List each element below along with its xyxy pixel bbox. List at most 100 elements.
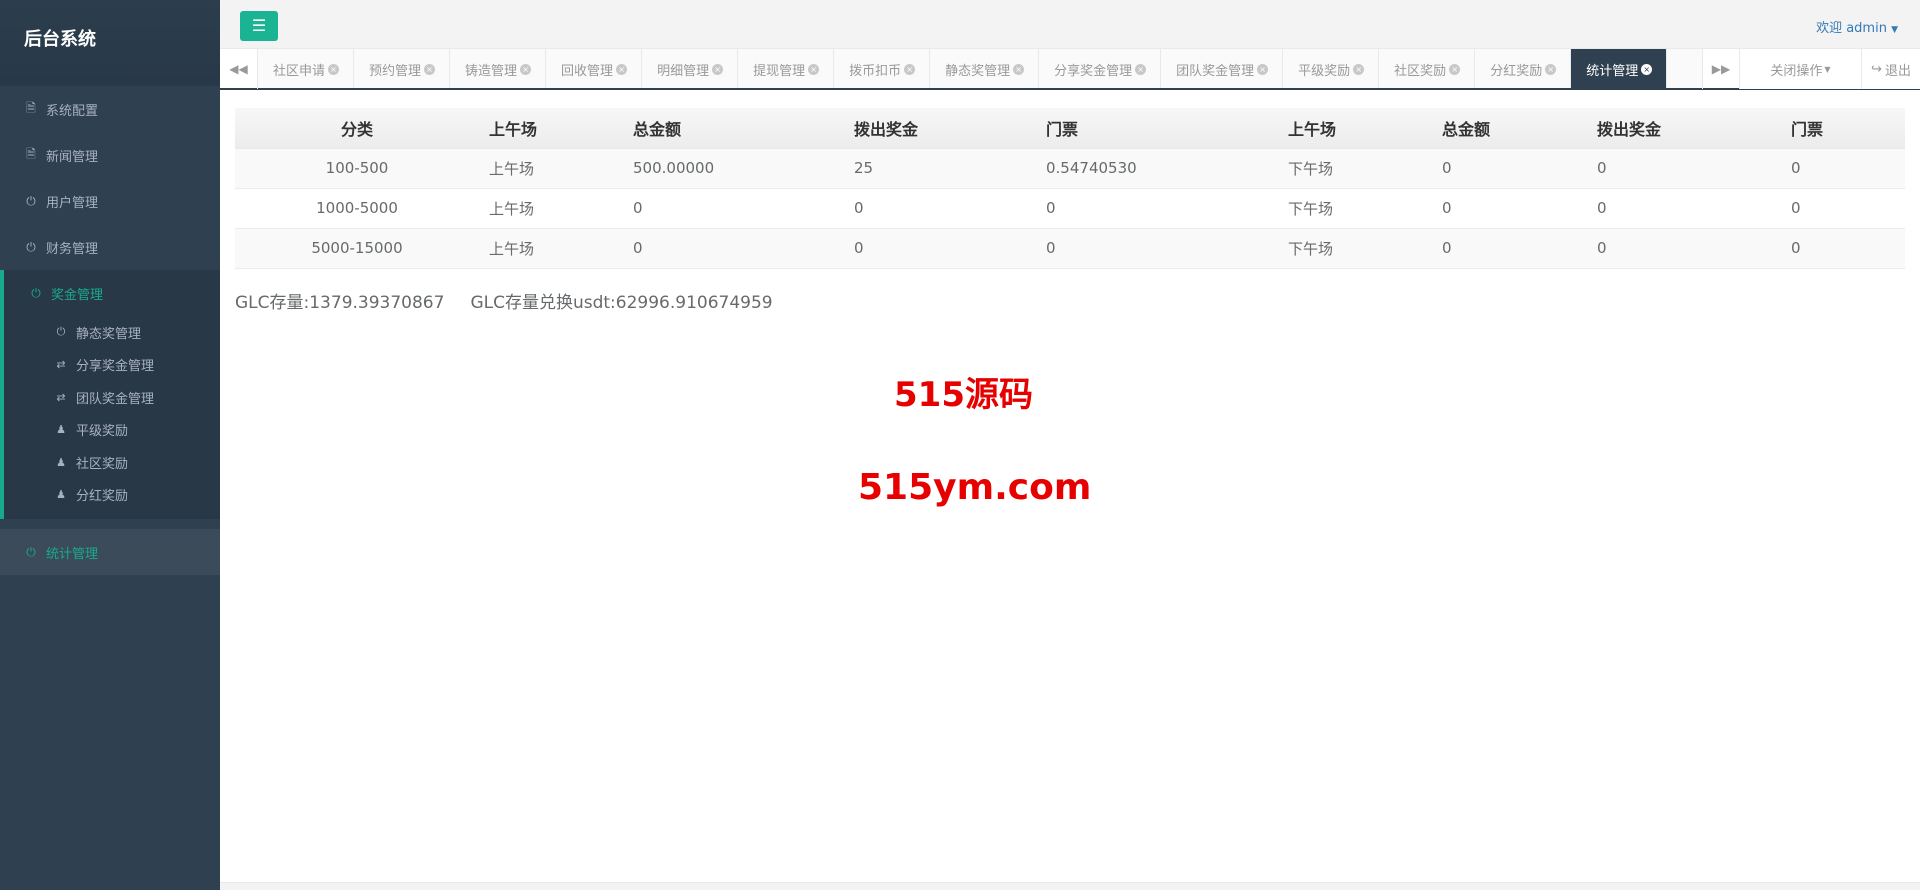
close-tab-icon[interactable]: × xyxy=(1353,63,1365,75)
shuffle-icon: ⇄ xyxy=(56,358,66,372)
tab-item[interactable]: 铸造管理 × xyxy=(450,49,547,88)
logout-button[interactable]: ↪ 退出 xyxy=(1862,49,1920,89)
power-icon: ⏻ xyxy=(56,325,66,339)
table-cell: 0 xyxy=(1442,188,1597,229)
sidebar-subitem-peer-reward[interactable]: ♟ 平级奖励 xyxy=(4,414,220,447)
tab-item[interactable]: 回收管理 × xyxy=(546,49,643,88)
close-operations-dropdown[interactable]: 关闭操作 ▼ xyxy=(1740,49,1862,89)
tab-label: 静态奖管理 xyxy=(945,63,1011,79)
sidebar-subitem-static-bonus[interactable]: ⏻ 静态奖管理 xyxy=(4,316,220,349)
table-cell: 0 xyxy=(1442,148,1597,189)
tab-item[interactable]: 提现管理 × xyxy=(738,49,835,88)
sidebar-item-finance[interactable]: ⏻ 财务管理 xyxy=(0,224,220,270)
table-cell: 0 xyxy=(1791,148,1905,189)
tab-item[interactable]: 团队奖金管理 × xyxy=(1161,49,1284,88)
close-ops-label: 关闭操作 xyxy=(1770,63,1823,79)
user-menu[interactable]: 欢迎 admin ▼ xyxy=(1816,17,1898,36)
tab-label: 拨币扣币 xyxy=(849,63,902,79)
tab-item[interactable]: 拨币扣币 × xyxy=(834,49,931,88)
tab-item[interactable]: 统计管理 × xyxy=(1571,49,1668,88)
close-tab-icon[interactable]: × xyxy=(520,63,532,75)
sidebar-subitem-community-reward[interactable]: ♟ 社区奖励 xyxy=(4,446,220,479)
sidebar-item-statistics[interactable]: ⏻ 统计管理 xyxy=(0,529,220,575)
tab-label: 预约管理 xyxy=(369,63,422,79)
tab-item[interactable]: 社区申请 × xyxy=(258,49,355,88)
sidebar-subitem-team-bonus[interactable]: ⇄ 团队奖金管理 xyxy=(4,381,220,414)
table-cell: 0 xyxy=(854,188,1046,229)
power-icon: ⏻ xyxy=(26,193,36,208)
close-tab-icon[interactable]: × xyxy=(616,63,628,75)
tab-item[interactable]: 预约管理 × xyxy=(354,49,451,88)
top-bar: ☰ 欢迎 admin ▼ xyxy=(220,0,1920,48)
sidebar-item-news[interactable]: 🗎 新闻管理 xyxy=(0,132,220,178)
table-row: 5000-15000 上午场 0 0 0 下午场 0 0 0 xyxy=(235,228,1905,269)
menu-toggle-button[interactable]: ☰ xyxy=(240,11,278,41)
table-cell: 0 xyxy=(1791,188,1905,229)
tab-label: 社区申请 xyxy=(273,63,326,79)
table-cell: 0 xyxy=(1442,228,1597,269)
tab-label: 分享奖金管理 xyxy=(1054,63,1133,79)
table-cell: 上午场 xyxy=(479,188,633,229)
table-row: 1000-5000 上午场 0 0 0 下午场 0 0 0 xyxy=(235,188,1905,229)
tab-scroll-left-button[interactable]: ◀◀ xyxy=(220,49,258,89)
tab-item[interactable]: 分享奖金管理 × xyxy=(1039,49,1162,88)
doc-icon: 🗎 xyxy=(26,146,36,161)
close-tab-icon[interactable]: × xyxy=(904,63,916,75)
tab-label: 回收管理 xyxy=(561,63,614,79)
table-body: 100-500 上午场 500.00000 25 0.54740530 下午场 0 0 0 100… xyxy=(235,148,1905,269)
table-cell: 上午场 xyxy=(479,228,633,269)
shuffle-icon: ⇄ xyxy=(56,390,66,404)
close-tab-icon[interactable]: × xyxy=(1257,63,1269,75)
table-header-cell: 分类 xyxy=(235,108,479,149)
sidebar-item-users[interactable]: ⏻ 用户管理 xyxy=(0,178,220,224)
table-cell: 0 xyxy=(633,188,854,229)
table-cell: 100-500 xyxy=(235,148,479,189)
sidebar-item-bonus[interactable]: ⏻ 奖金管理 xyxy=(0,270,220,316)
table-header-cell: 拨出奖金 xyxy=(1597,108,1791,149)
close-tab-icon[interactable]: × xyxy=(1449,63,1461,75)
close-tab-icon[interactable]: × xyxy=(424,63,436,75)
tab-item[interactable]: 平级奖励 × xyxy=(1283,49,1380,88)
sidebar: 后台系统 🗎 系统配置 🗎 新闻管理 ⏻ 用户管理 ⏻ 财务管理 ⏻ 奖金管理 … xyxy=(0,0,220,890)
hamburger-icon: ☰ xyxy=(251,16,267,35)
sidebar-item-label: 用户管理 xyxy=(46,195,99,211)
tab-label: 团队奖金管理 xyxy=(1176,63,1255,79)
tab-item[interactable]: 社区奖励 × xyxy=(1379,49,1476,88)
tab-item[interactable]: 静态奖管理 × xyxy=(930,49,1040,88)
table-header-cell: 门票 xyxy=(1046,108,1288,149)
close-tab-icon[interactable]: × xyxy=(808,63,820,75)
table-cell: 25 xyxy=(854,148,1046,189)
tab-label: 铸造管理 xyxy=(465,63,518,79)
sidebar-item-label: 奖金管理 xyxy=(51,287,104,303)
table-cell: 0 xyxy=(1597,188,1791,229)
table-header-cell: 总金额 xyxy=(1442,108,1597,149)
table-header-cell: 门票 xyxy=(1791,108,1905,149)
tab-item[interactable]: 分红奖励 × xyxy=(1475,49,1572,88)
tab-scroll-right-button[interactable]: ▶▶ xyxy=(1702,49,1740,89)
table-cell: 0 xyxy=(854,228,1046,269)
watermark-text: 515源码 xyxy=(894,375,1033,415)
close-tab-icon[interactable]: × xyxy=(712,63,724,75)
table-cell: 0 xyxy=(1597,148,1791,189)
power-icon: ⏻ xyxy=(26,544,36,559)
close-tab-icon[interactable]: × xyxy=(1545,63,1557,75)
tab-label: 提现管理 xyxy=(753,63,806,79)
sidebar-subitem-dividend-reward[interactable]: ♟ 分红奖励 xyxy=(4,479,220,512)
stats-summary: GLC存量:1379.39370867 GLC存量兑换usdt:62996.91… xyxy=(235,288,773,313)
sidebar-subitem-label: 平级奖励 xyxy=(76,424,129,440)
tab-item[interactable]: 明细管理 × xyxy=(642,49,739,88)
table-header-cell: 拨出奖金 xyxy=(854,108,1046,149)
watermark-url: 515ym.com xyxy=(858,467,1092,508)
sidebar-item-system-config[interactable]: 🗎 系统配置 xyxy=(0,86,220,132)
close-tab-icon[interactable]: × xyxy=(1135,63,1147,75)
close-tab-icon[interactable]: × xyxy=(328,63,340,75)
sidebar-submenu-bonus: ⏻ 静态奖管理 ⇄ 分享奖金管理 ⇄ 团队奖金管理 ♟ 平级奖励 ♟ 社区奖励 … xyxy=(0,316,220,519)
close-tab-icon[interactable]: × xyxy=(1013,63,1025,75)
close-tab-icon[interactable]: × xyxy=(1641,63,1653,75)
power-icon: ⏻ xyxy=(26,239,36,254)
table-cell: 0 xyxy=(1791,228,1905,269)
users-icon: ♟ xyxy=(56,423,66,437)
sidebar-subitem-share-bonus[interactable]: ⇄ 分享奖金管理 xyxy=(4,349,220,382)
main-content: 分类 上午场 总金额 拨出奖金 门票 上午场 总金额 拨出奖金 门票 100-500 上午场 500… xyxy=(220,92,1920,882)
footer-bar xyxy=(220,882,1920,890)
